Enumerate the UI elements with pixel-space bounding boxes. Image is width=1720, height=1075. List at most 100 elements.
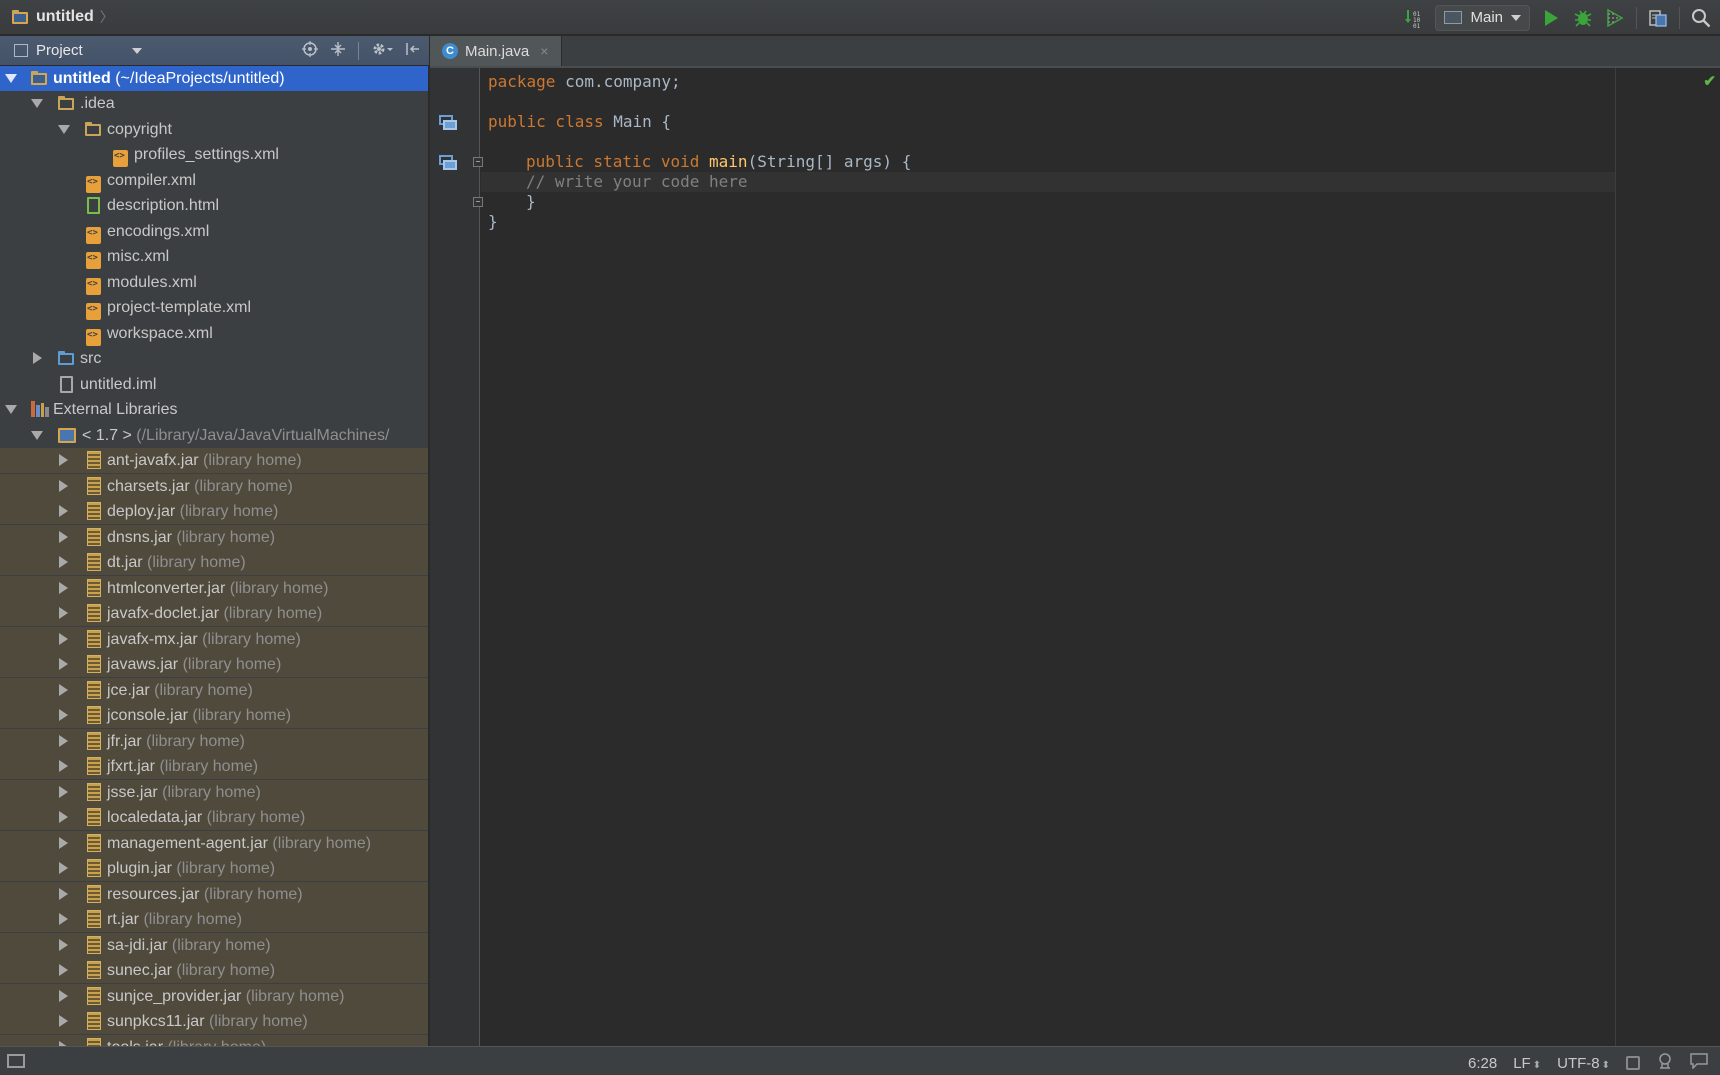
tree-node-library-jar[interactable]: jce.jar (library home) bbox=[0, 678, 428, 703]
expand-arrow-icon[interactable] bbox=[59, 837, 68, 849]
expand-arrow-icon[interactable] bbox=[59, 480, 68, 492]
expand-arrow-icon[interactable] bbox=[59, 556, 68, 568]
expand-arrow-icon[interactable] bbox=[58, 125, 70, 134]
expand-arrow-icon[interactable] bbox=[59, 913, 68, 925]
tree-node-library-jar[interactable]: jsse.jar (library home) bbox=[0, 780, 428, 805]
project-structure-icon[interactable] bbox=[1647, 7, 1669, 29]
implements-marker-icon[interactable] bbox=[439, 155, 459, 171]
expand-arrow-icon[interactable] bbox=[59, 811, 68, 823]
tree-node-description[interactable]: description.html bbox=[0, 193, 428, 218]
caret-position[interactable]: 6:28 bbox=[1468, 1055, 1497, 1072]
tree-node-library-jar[interactable]: dnsns.jar (library home) bbox=[0, 525, 428, 550]
tree-node-library-jar[interactable]: javaws.jar (library home) bbox=[0, 652, 428, 677]
breadcrumb-separator: 〉 bbox=[99, 9, 114, 25]
tree-node-modules[interactable]: modules.xml bbox=[0, 270, 428, 295]
tool-windows-toggle-icon[interactable] bbox=[7, 1054, 25, 1068]
tree-node-src[interactable]: src bbox=[0, 346, 428, 371]
tree-node-jdk[interactable]: < 1.7 > (/Library/Java/JavaVirtualMachin… bbox=[0, 423, 428, 448]
line-separator-widget[interactable]: LF ⬍ bbox=[1513, 1055, 1541, 1072]
tree-node-library-jar[interactable]: rt.jar (library home) bbox=[0, 907, 428, 932]
tree-node-library-jar[interactable]: jfr.jar (library home) bbox=[0, 729, 428, 754]
tree-node-encodings[interactable]: encodings.xml bbox=[0, 219, 428, 244]
expand-arrow-icon[interactable] bbox=[59, 454, 68, 466]
run-icon[interactable] bbox=[1540, 7, 1562, 29]
inspector-icon[interactable] bbox=[1656, 1052, 1674, 1074]
expand-arrow-icon[interactable] bbox=[59, 990, 68, 1002]
tree-node-path: (~/IdeaProjects/untitled) bbox=[110, 69, 285, 87]
expand-arrow-icon[interactable] bbox=[59, 964, 68, 976]
expand-arrow-icon[interactable] bbox=[59, 888, 68, 900]
tree-node-library-jar[interactable]: resources.jar (library home) bbox=[0, 882, 428, 907]
expand-arrow-icon[interactable] bbox=[59, 939, 68, 951]
expand-arrow-icon[interactable] bbox=[59, 531, 68, 543]
tree-node-library-jar[interactable]: ant-javafx.jar (library home) bbox=[0, 448, 428, 473]
expand-arrow-icon[interactable] bbox=[31, 99, 43, 108]
tree-node-library-jar[interactable]: dt.jar (library home) bbox=[0, 550, 428, 575]
expand-arrow-icon[interactable] bbox=[59, 735, 68, 747]
tab-main-java[interactable]: C Main.java × bbox=[430, 36, 562, 66]
search-icon[interactable] bbox=[1690, 7, 1712, 29]
expand-arrow-icon[interactable] bbox=[33, 352, 42, 364]
project-view-selector[interactable]: Project bbox=[14, 42, 83, 59]
expand-arrow-icon[interactable] bbox=[59, 709, 68, 721]
editor-gutter[interactable] bbox=[430, 68, 483, 1046]
expand-arrow-icon[interactable] bbox=[59, 633, 68, 645]
tree-node-library-jar[interactable]: sa-jdi.jar (library home) bbox=[0, 933, 428, 958]
tree-node-library-jar[interactable]: sunjce_provider.jar (library home) bbox=[0, 984, 428, 1009]
tree-node-library-jar[interactable]: charsets.jar (library home) bbox=[0, 474, 428, 499]
expand-arrow-icon[interactable] bbox=[59, 505, 68, 517]
expand-arrow-icon[interactable] bbox=[59, 684, 68, 696]
tree-node-library-jar[interactable]: management-agent.jar (library home) bbox=[0, 831, 428, 856]
tree-node-untitled-iml[interactable]: untitled.iml bbox=[0, 372, 428, 397]
implements-marker-icon[interactable] bbox=[439, 115, 459, 131]
collapse-all-icon[interactable] bbox=[330, 41, 346, 61]
tree-node-library-jar[interactable]: sunec.jar (library home) bbox=[0, 958, 428, 983]
expand-arrow-icon[interactable] bbox=[59, 582, 68, 594]
expand-arrow-icon[interactable] bbox=[59, 658, 68, 670]
encoding-widget[interactable]: UTF-8 ⬍ bbox=[1557, 1055, 1610, 1072]
tree-node-workspace[interactable]: workspace.xml bbox=[0, 321, 428, 346]
chevron-down-icon[interactable] bbox=[132, 48, 142, 54]
project-tree[interactable]: untitled (~/IdeaProjects/untitled) .idea… bbox=[0, 66, 429, 1046]
code-editor[interactable]: package com.company; public class Main {… bbox=[481, 68, 1720, 1046]
tree-node-project-template[interactable]: project-template.xml bbox=[0, 295, 428, 320]
expand-arrow-icon[interactable] bbox=[59, 1015, 68, 1027]
gear-icon[interactable] bbox=[371, 41, 393, 61]
tree-node-misc[interactable]: misc.xml bbox=[0, 244, 428, 269]
close-icon[interactable]: × bbox=[540, 43, 548, 59]
tree-node-idea[interactable]: .idea bbox=[0, 91, 428, 116]
expand-arrow-icon[interactable] bbox=[59, 786, 68, 798]
debug-icon[interactable] bbox=[1572, 7, 1594, 29]
tree-node-profiles-settings[interactable]: profiles_settings.xml bbox=[0, 142, 428, 167]
tree-node-library-jar[interactable]: sunpkcs11.jar (library home) bbox=[0, 1009, 428, 1034]
expand-arrow-icon[interactable] bbox=[59, 862, 68, 874]
tree-node-external-libraries[interactable]: External Libraries bbox=[0, 397, 428, 422]
tree-node-copyright[interactable]: copyright bbox=[0, 117, 428, 142]
breadcrumb-project[interactable]: untitled bbox=[36, 8, 94, 26]
tree-node-untitled[interactable]: untitled (~/IdeaProjects/untitled) bbox=[0, 66, 428, 91]
expand-arrow-icon[interactable] bbox=[59, 607, 68, 619]
breadcrumb[interactable]: untitled 〉 bbox=[12, 7, 114, 27]
event-log-icon[interactable] bbox=[1690, 1053, 1708, 1073]
expand-arrow-icon[interactable] bbox=[59, 760, 68, 772]
expand-arrow-icon[interactable] bbox=[31, 431, 43, 440]
expand-arrow-icon[interactable] bbox=[5, 74, 17, 83]
tree-node-library-jar[interactable]: plugin.jar (library home) bbox=[0, 856, 428, 881]
run-configuration-selector[interactable]: Main bbox=[1435, 4, 1530, 31]
build-icon[interactable]: 01 10 01 bbox=[1403, 7, 1425, 29]
tree-node-library-jar[interactable]: deploy.jar (library home) bbox=[0, 499, 428, 524]
expand-arrow-icon[interactable] bbox=[5, 405, 17, 414]
tree-node-library-jar[interactable]: jconsole.jar (library home) bbox=[0, 703, 428, 728]
tree-node-library-jar[interactable]: javafx-mx.jar (library home) bbox=[0, 627, 428, 652]
tree-node-compiler[interactable]: compiler.xml bbox=[0, 168, 428, 193]
tree-node-library-jar[interactable]: jfxrt.jar (library home) bbox=[0, 754, 428, 779]
lock-icon[interactable] bbox=[1626, 1056, 1640, 1070]
tree-node-library-jar[interactable]: localedata.jar (library home) bbox=[0, 805, 428, 830]
inspection-ok-icon[interactable]: ✔ bbox=[1703, 72, 1716, 90]
scroll-from-source-icon[interactable] bbox=[302, 41, 318, 61]
tree-node-library-jar[interactable]: javafx-doclet.jar (library home) bbox=[0, 601, 428, 626]
tree-node-library-jar[interactable]: htmlconverter.jar (library home) bbox=[0, 576, 428, 601]
tree-node-library-jar[interactable]: tools.jar (library home) bbox=[0, 1035, 428, 1046]
coverage-icon[interactable] bbox=[1604, 7, 1626, 29]
hide-panel-icon[interactable] bbox=[405, 41, 421, 61]
